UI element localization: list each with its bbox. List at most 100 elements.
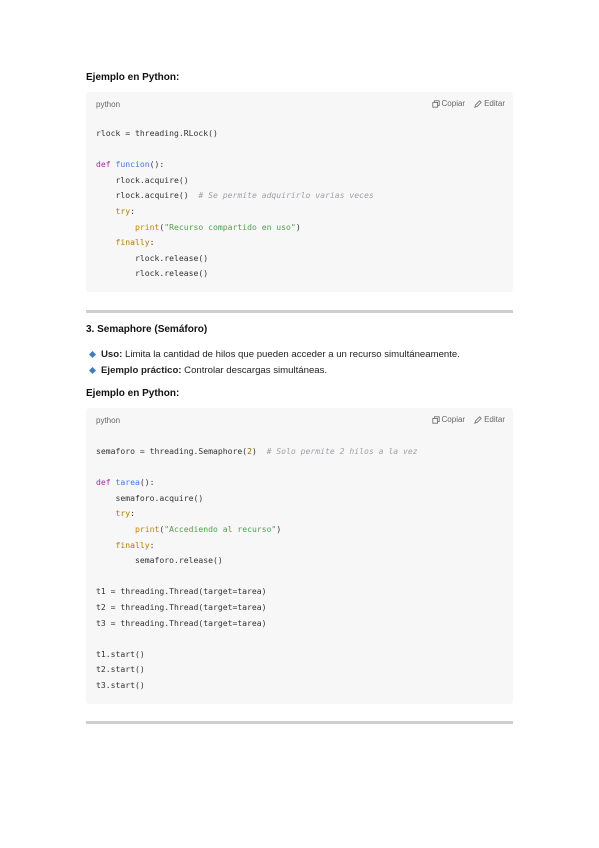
code-line: rlock.acquire() — [96, 173, 505, 189]
code-token: : — [149, 237, 155, 248]
code-line: rlock.acquire() # Se permite adquirirlo … — [96, 188, 505, 204]
bullet-text: Controlar descargas simultáneas. — [181, 364, 328, 376]
edit-label: Editar — [484, 99, 505, 108]
edit-button[interactable]: Editar — [474, 415, 505, 424]
section-divider — [86, 721, 513, 724]
copy-icon — [431, 415, 440, 424]
code-line: finally: — [96, 235, 505, 251]
code-token: finally — [115, 539, 150, 550]
code-line: print("Accediendo al recurso") — [96, 522, 505, 538]
code-token: ) — [251, 446, 267, 456]
code-token: def — [96, 477, 116, 488]
code-line: finally: — [96, 538, 505, 554]
code-token: tarea — [115, 477, 140, 488]
code-token: ) — [295, 221, 301, 232]
code-token: semaforo = threading.Semaphore( — [96, 446, 248, 456]
list-item: Ejemplo práctico: Controlar descargas si… — [88, 362, 460, 378]
edit-label: Editar — [484, 415, 505, 424]
code-token: t1.start() — [96, 648, 145, 659]
code-line: def tarea(): — [96, 475, 505, 491]
code-token: t3 = threading.Thread(target=tarea) — [96, 617, 267, 628]
code-example-heading: Ejemplo en Python: — [86, 72, 180, 83]
code-token: rlock.release() — [96, 268, 209, 279]
code-line: t3 = threading.Thread(target=tarea) — [96, 616, 505, 632]
code-token: def — [96, 159, 116, 170]
code-line: try: — [96, 204, 505, 220]
code-token: # Solo permite 2 hilos a la vez — [266, 446, 418, 456]
copy-label: Copiar — [441, 415, 466, 424]
code-line: t3.start() — [96, 678, 505, 694]
list-item: Uso: Limita la cantidad de hilos que pue… — [88, 346, 460, 362]
code-token: : — [149, 539, 155, 550]
code-language-label: python — [96, 416, 121, 425]
code-token: (): — [149, 159, 165, 170]
code-token: t3.start() — [96, 679, 145, 690]
code-token: rlock.acquire() — [96, 174, 189, 185]
code-token: t1 = threading.Thread(target=tarea) — [96, 586, 267, 597]
code-block: python Copiar Editar semaforo = threadin… — [86, 408, 513, 704]
code-token: "Recurso compartido en uso" — [164, 221, 296, 232]
code-content: semaforo = threading.Semaphore(2) # Solo… — [96, 444, 505, 694]
code-token: semaforo.release() — [96, 555, 223, 566]
code-line: t1.start() — [96, 647, 505, 663]
code-token: print — [134, 523, 160, 534]
code-token: try — [115, 508, 131, 519]
bullet-label: Ejemplo práctico: — [101, 364, 182, 376]
section-title: 3. Semaphore (Semáforo) — [86, 324, 208, 335]
code-block: python Copiar Editar rlock = threading.R… — [86, 92, 513, 292]
pencil-icon — [474, 99, 482, 108]
code-token: funcion — [115, 159, 150, 170]
code-example-heading: Ejemplo en Python: — [86, 388, 180, 399]
code-token: t2.start() — [96, 664, 145, 675]
bullet-label: Uso: — [101, 348, 123, 360]
code-line: def funcion(): — [96, 157, 505, 173]
code-line: t2 = threading.Thread(target=tarea) — [96, 600, 505, 616]
code-line: rlock.release() — [96, 266, 505, 282]
code-token: print — [134, 221, 160, 232]
code-token: : — [130, 508, 135, 519]
code-line: print("Recurso compartido en uso") — [96, 220, 505, 236]
code-line: try: — [96, 506, 505, 522]
code-token: finally — [115, 237, 150, 248]
code-token: t2 = threading.Thread(target=tarea) — [96, 601, 267, 612]
code-line: semaforo.release() — [96, 553, 505, 569]
code-line: rlock = threading.RLock() — [96, 126, 505, 142]
code-content: rlock = threading.RLock() def funcion(): … — [96, 126, 505, 282]
copy-icon — [431, 99, 440, 108]
code-language-label: python — [96, 100, 121, 109]
code-token: rlock.acquire() — [96, 190, 199, 201]
bullet-list: Uso: Limita la cantidad de hilos que pue… — [88, 346, 460, 378]
copy-button[interactable]: Copiar — [431, 415, 466, 424]
copy-label: Copiar — [441, 99, 466, 108]
bullet-text: Limita la cantidad de hilos que pueden a… — [122, 348, 460, 360]
code-token: try — [115, 205, 131, 216]
code-line: t1 = threading.Thread(target=tarea) — [96, 584, 505, 600]
code-token: ) — [276, 523, 282, 534]
code-token: : — [130, 205, 135, 216]
code-token: semaforo.acquire() — [96, 492, 204, 503]
copy-button[interactable]: Copiar — [431, 99, 466, 108]
code-token: rlock = threading.RLock() — [96, 128, 218, 138]
code-token: (): — [139, 477, 155, 488]
section-divider — [86, 310, 513, 313]
code-line: semaforo.acquire() — [96, 491, 505, 507]
code-line: t2.start() — [96, 662, 505, 678]
edit-button[interactable]: Editar — [474, 99, 505, 108]
code-line: rlock.release() — [96, 251, 505, 267]
code-token: "Accediendo al recurso" — [164, 523, 277, 534]
code-line: semaforo = threading.Semaphore(2) # Solo… — [96, 444, 505, 460]
bullet-diamond-icon — [88, 350, 97, 358]
bullet-diamond-icon — [88, 366, 97, 374]
code-token: rlock.release() — [96, 252, 209, 263]
code-token: # Se permite adquirirlo varias veces — [198, 190, 374, 201]
